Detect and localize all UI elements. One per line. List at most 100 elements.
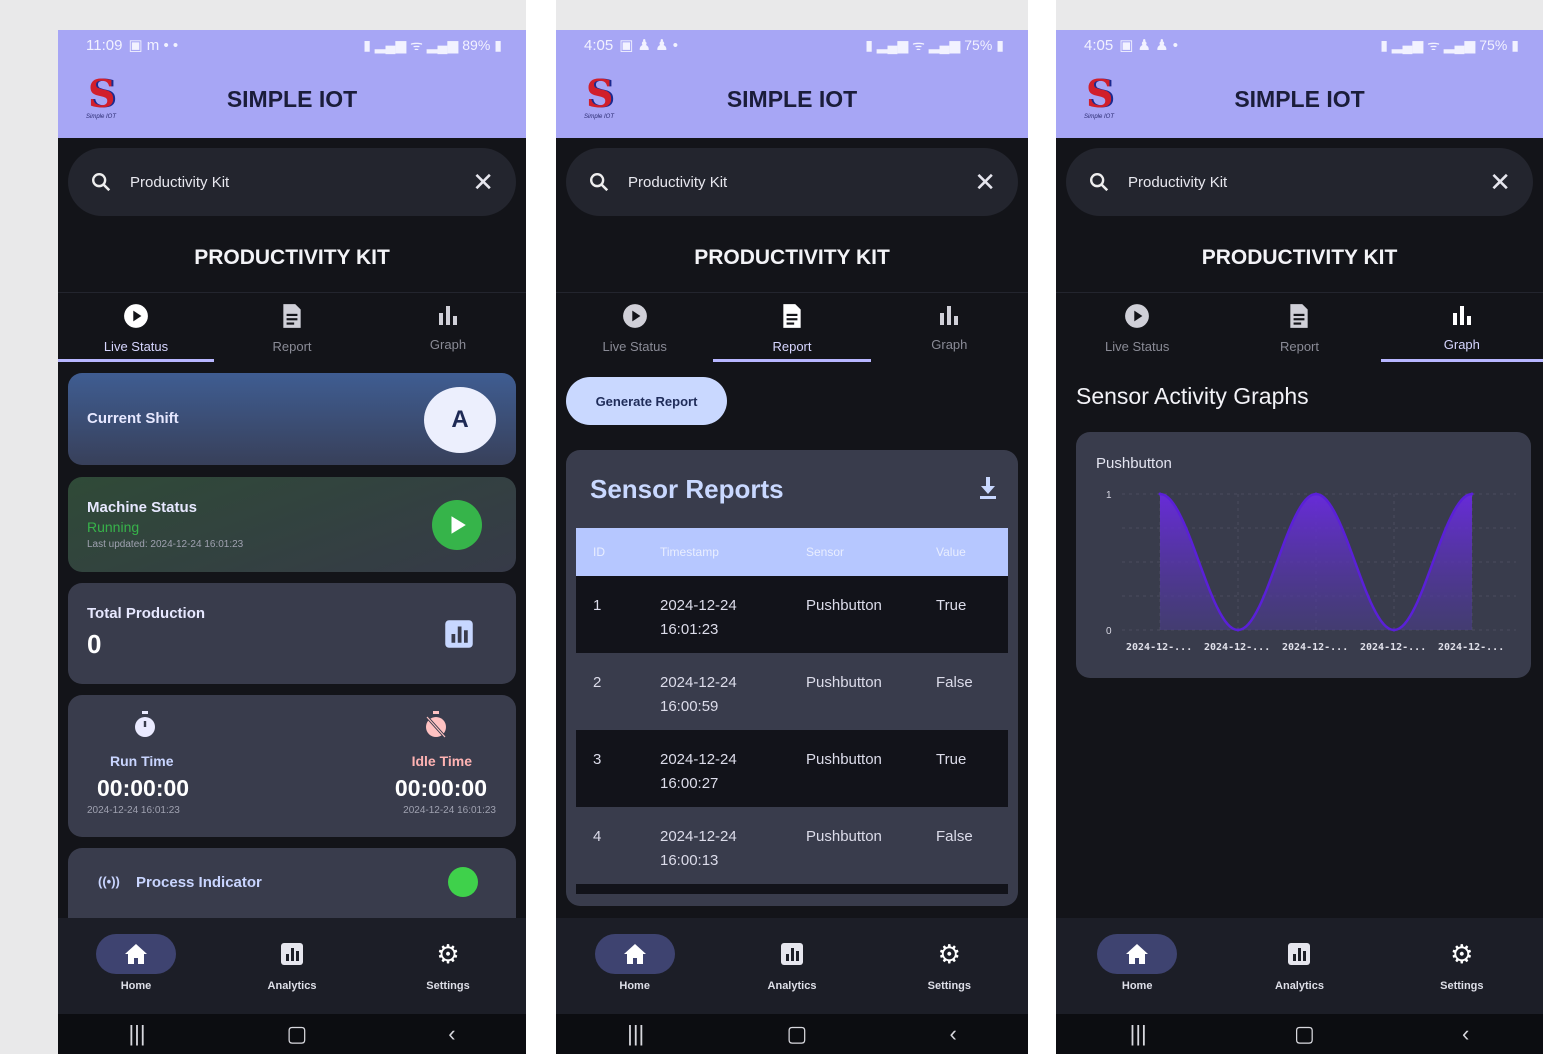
tab-graph[interactable]: Graph bbox=[370, 293, 526, 362]
tab-graph[interactable]: Graph bbox=[871, 293, 1028, 362]
nav-label: Home bbox=[120, 980, 152, 992]
status-time: 11:09 bbox=[86, 36, 123, 54]
home-button-icon[interactable]: ▢ bbox=[287, 1021, 308, 1047]
divider bbox=[1028, 0, 1056, 1054]
generate-report-button[interactable]: Generate Report bbox=[566, 377, 727, 425]
home-button-icon[interactable]: ▢ bbox=[787, 1021, 808, 1047]
nav-settings[interactable]: ⚙ Settings bbox=[1381, 918, 1543, 1014]
search-input[interactable]: Productivity Kit bbox=[130, 174, 472, 191]
signal-icons: ▮ ▂▄▆ ᯤ ▂▄▆ bbox=[363, 36, 459, 53]
play-circle-icon bbox=[1125, 304, 1150, 328]
cell-sensor: Pushbutton bbox=[806, 576, 936, 653]
bar-chart-icon bbox=[1452, 306, 1471, 325]
nav-settings[interactable]: ⚙ Settings bbox=[370, 918, 526, 1014]
app-bar: S Simple IOT SIMPLE IOT bbox=[556, 60, 1028, 138]
tab-report[interactable]: Report bbox=[713, 293, 871, 362]
tab-report[interactable]: Report bbox=[214, 293, 370, 362]
page-title: PRODUCTIVITY KIT bbox=[1201, 246, 1398, 269]
home-icon bbox=[623, 944, 646, 964]
battery-icon: ▮ bbox=[996, 36, 1004, 53]
search-icon bbox=[590, 173, 609, 192]
timer-off-icon bbox=[425, 711, 447, 739]
cell-id: 1 bbox=[576, 576, 660, 653]
nav-home[interactable]: Home bbox=[1056, 918, 1218, 1014]
graphs-title: Sensor Activity Graphs bbox=[1076, 383, 1309, 409]
machine-status-label: Machine Status bbox=[87, 499, 198, 516]
cell-timestamp: 2024-12-24 16:00:59 bbox=[660, 653, 806, 730]
status-time: 4:05 bbox=[1084, 36, 1114, 54]
total-production-label: Total Production bbox=[87, 605, 206, 622]
tab-live-status[interactable]: Live Status bbox=[1056, 293, 1218, 362]
x-tick-label: 2024-12-... bbox=[1282, 642, 1348, 653]
app-bar: S Simple IOT SIMPLE IOT bbox=[58, 60, 526, 138]
table-row[interactable]: 4 2024-12-24 16:00:13 Pushbutton False bbox=[576, 807, 1008, 884]
nav-label: Settings bbox=[426, 980, 470, 992]
nav-settings[interactable]: ⚙ Settings bbox=[871, 918, 1028, 1014]
close-icon[interactable]: ✕ bbox=[1489, 167, 1511, 198]
nav-analytics[interactable]: Analytics bbox=[1218, 918, 1380, 1014]
recents-icon[interactable]: ||| bbox=[1130, 1021, 1147, 1047]
nav-analytics[interactable]: Analytics bbox=[214, 918, 370, 1014]
tab-bar: Live Status Report Graph bbox=[556, 292, 1028, 362]
document-icon bbox=[283, 304, 301, 328]
stopwatch-icon bbox=[135, 711, 155, 737]
table-header: ID Timestamp Sensor Value bbox=[576, 528, 1008, 576]
table-row[interactable]: 2 2024-12-24 16:00:59 Pushbutton False bbox=[576, 653, 1008, 730]
close-icon[interactable]: ✕ bbox=[472, 167, 494, 198]
y-tick-label: 0 bbox=[1106, 626, 1112, 637]
page-title: PRODUCTIVITY KIT bbox=[194, 246, 390, 269]
tab-label: Report bbox=[272, 339, 312, 354]
cell-value: False bbox=[936, 807, 1008, 884]
table-row[interactable]: 1 2024-12-24 16:01:23 Pushbutton True bbox=[576, 576, 1008, 653]
tab-label: Live Status bbox=[602, 339, 667, 354]
bar-chart-icon bbox=[439, 306, 457, 325]
recents-icon[interactable]: ||| bbox=[627, 1021, 644, 1047]
search-bar[interactable]: Productivity Kit ✕ bbox=[1066, 148, 1533, 216]
tab-live-status[interactable]: Live Status bbox=[556, 293, 713, 362]
tab-live-status[interactable]: Live Status bbox=[58, 293, 214, 362]
idle-time-stamp: 2024-12-24 16:01:23 bbox=[403, 805, 496, 816]
nav-home[interactable]: Home bbox=[58, 918, 214, 1014]
nav-home[interactable]: Home bbox=[556, 918, 713, 1014]
cell-time: 16:01:23 bbox=[660, 621, 719, 638]
tab-label: Graph bbox=[931, 337, 968, 352]
nav-analytics[interactable]: Analytics bbox=[713, 918, 870, 1014]
download-icon[interactable] bbox=[978, 476, 998, 500]
search-bar[interactable]: Productivity Kit ✕ bbox=[68, 148, 516, 216]
search-input[interactable]: Productivity Kit bbox=[628, 174, 974, 191]
process-indicator-label: Process Indicator bbox=[136, 874, 262, 891]
close-icon[interactable]: ✕ bbox=[974, 167, 996, 198]
table-row[interactable]: 3 2024-12-24 16:00:27 Pushbutton True bbox=[576, 730, 1008, 807]
search-bar[interactable]: Productivity Kit ✕ bbox=[566, 148, 1018, 216]
broadcast-icon: ((•)) bbox=[98, 874, 120, 889]
recents-icon[interactable]: ||| bbox=[128, 1021, 145, 1047]
search-input[interactable]: Productivity Kit bbox=[1128, 174, 1489, 191]
page-title: PRODUCTIVITY KIT bbox=[694, 246, 890, 269]
bar-chart-icon bbox=[940, 306, 959, 325]
run-time-value: 00:00:00 bbox=[97, 775, 190, 801]
cell-id: 2 bbox=[576, 653, 660, 730]
gear-icon: ⚙ bbox=[1450, 938, 1474, 969]
current-shift-label: Current Shift bbox=[87, 410, 179, 427]
nav-label: Home bbox=[1121, 980, 1153, 992]
home-button-icon[interactable]: ▢ bbox=[1294, 1021, 1315, 1047]
status-time: 4:05 bbox=[584, 36, 614, 54]
data-point bbox=[1158, 492, 1162, 496]
play-circle-icon bbox=[124, 304, 148, 328]
tab-label: Live Status bbox=[103, 339, 169, 354]
cell-sensor: Pushbutton bbox=[806, 807, 936, 884]
back-icon[interactable]: ‹ bbox=[1462, 1021, 1469, 1047]
cell-time: 16:00:13 bbox=[660, 852, 719, 869]
status-bar: 11:09 ▣ m • • ▮ ▂▄▆ ᯤ ▂▄▆ 89% ▮ bbox=[58, 30, 526, 60]
tab-graph[interactable]: Graph bbox=[1380, 293, 1543, 362]
status-bar: 4:05 ▣ ♟ ♟ • ▮ ▂▄▆ ᯤ ▂▄▆ 75% ▮ bbox=[556, 30, 1028, 60]
nav-label: Analytics bbox=[267, 980, 317, 992]
back-icon[interactable]: ‹ bbox=[950, 1021, 957, 1047]
play-circle-icon bbox=[622, 304, 647, 328]
tab-report[interactable]: Report bbox=[1218, 293, 1380, 362]
cell-time: 16:00:59 bbox=[660, 698, 719, 715]
back-icon[interactable]: ‹ bbox=[448, 1021, 455, 1047]
run-time-label: Run Time bbox=[110, 753, 174, 769]
battery-percent: 75% bbox=[964, 37, 993, 53]
cell-value: False bbox=[936, 653, 1008, 730]
